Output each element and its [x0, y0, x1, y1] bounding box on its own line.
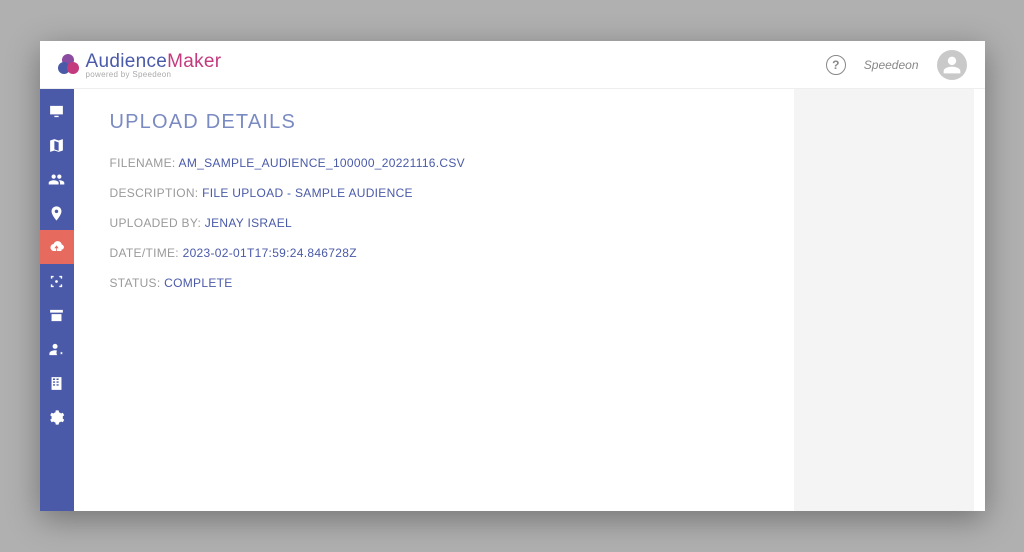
users-icon [48, 171, 65, 188]
pin-icon [48, 205, 65, 222]
building-icon [48, 375, 65, 392]
detail-description: DESCRIPTION: FILE UPLOAD - SAMPLE AUDIEN… [110, 186, 758, 200]
brand-part2: Maker [167, 51, 221, 72]
right-panel [794, 89, 974, 511]
description-label: DESCRIPTION: [110, 186, 199, 200]
sidebar-item-monitor[interactable] [40, 94, 74, 128]
detail-status: STATUS: COMPLETE [110, 276, 758, 290]
sidebar-item-cloud-upload[interactable] [40, 230, 74, 264]
sidebar-item-users[interactable] [40, 162, 74, 196]
status-label: STATUS: [110, 276, 161, 290]
logo-icon [58, 54, 80, 76]
datetime-label: DATE/TIME: [110, 246, 179, 260]
datetime-value: 2023-02-01T17:59:24.846728Z [183, 246, 357, 260]
app-window: AudienceMaker powered by Speedeon ? Spee… [40, 41, 985, 511]
sidebar-item-user-settings[interactable] [40, 332, 74, 366]
content-scroll[interactable]: UPLOAD DETAILS FILENAME: AM_SAMPLE_AUDIE… [74, 89, 985, 511]
user-icon [942, 55, 962, 75]
brand-subtitle: powered by Speedeon [86, 70, 222, 79]
uploaded-by-label: UPLOADED BY: [110, 216, 202, 230]
filename-value: AM_SAMPLE_AUDIENCE_100000_20221116.CSV [179, 156, 465, 170]
sidebar [40, 89, 74, 511]
sidebar-item-archive[interactable] [40, 298, 74, 332]
brand-part1: Audience [86, 51, 168, 72]
gear-icon [48, 409, 65, 426]
detail-datetime: DATE/TIME: 2023-02-01T17:59:24.846728Z [110, 246, 758, 260]
brand: AudienceMaker powered by Speedeon [58, 51, 222, 79]
main-area: UPLOAD DETAILS FILENAME: AM_SAMPLE_AUDIE… [40, 89, 985, 511]
avatar[interactable] [937, 50, 967, 80]
page-title: UPLOAD DETAILS [110, 111, 758, 134]
sidebar-item-target[interactable] [40, 264, 74, 298]
detail-filename: FILENAME: AM_SAMPLE_AUDIENCE_100000_2022… [110, 156, 758, 170]
description-value: FILE UPLOAD - SAMPLE AUDIENCE [202, 186, 413, 200]
filename-label: FILENAME: [110, 156, 176, 170]
detail-uploaded-by: UPLOADED BY: JENAY ISRAEL [110, 216, 758, 230]
uploaded-by-value: JENAY ISRAEL [205, 216, 292, 230]
sidebar-item-pin[interactable] [40, 196, 74, 230]
username-label: Speedeon [864, 58, 919, 72]
status-value: COMPLETE [164, 276, 232, 290]
map-icon [48, 137, 65, 154]
cloud-upload-icon [48, 239, 65, 256]
user-settings-icon [48, 341, 65, 358]
archive-icon [48, 307, 65, 324]
monitor-icon [48, 103, 65, 120]
sidebar-item-map[interactable] [40, 128, 74, 162]
header-right: ? Speedeon [826, 50, 967, 80]
target-icon [48, 273, 65, 290]
sidebar-item-building[interactable] [40, 366, 74, 400]
top-header: AudienceMaker powered by Speedeon ? Spee… [40, 41, 985, 89]
sidebar-item-settings[interactable] [40, 400, 74, 434]
content: UPLOAD DETAILS FILENAME: AM_SAMPLE_AUDIE… [74, 89, 794, 511]
help-icon[interactable]: ? [826, 55, 846, 75]
